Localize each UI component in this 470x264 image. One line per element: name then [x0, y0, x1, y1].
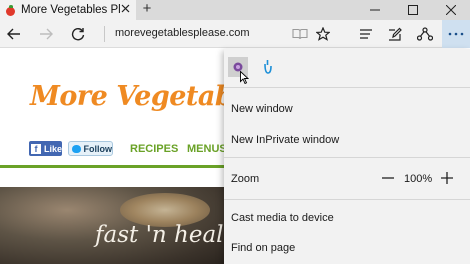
minus-icon — [382, 177, 394, 179]
twitter-bird-icon — [72, 144, 81, 153]
facebook-like-button[interactable]: f Like — [29, 141, 62, 156]
back-button[interactable] — [0, 20, 28, 48]
settings-more-menu: New window New InPrivate window Zoom 100… — [224, 49, 470, 264]
share-icon — [417, 27, 433, 41]
back-arrow-icon — [7, 28, 20, 40]
new-window-menu-item[interactable]: New window — [231, 103, 293, 115]
zoom-in-button[interactable] — [438, 168, 456, 188]
menu-item-menus[interactable]: MENUS — [187, 143, 224, 155]
share-button[interactable] — [411, 20, 439, 48]
forward-arrow-icon — [40, 28, 53, 40]
site-logo[interactable]: More Vegetables P — [30, 81, 224, 112]
panel-separator — [224, 87, 470, 88]
find-on-page-menu-item[interactable]: Find on page — [231, 242, 295, 254]
twitter-follow-button[interactable]: Follow — [68, 141, 113, 156]
ellipsis-icon — [448, 32, 464, 36]
pen-note-icon — [389, 27, 402, 41]
hero-image: fast 'n healthy — [0, 187, 224, 264]
web-page-content: More Vegetables P f Like Follow RECIPES … — [0, 49, 224, 264]
plus-icon — [441, 172, 453, 184]
tab-bar: More Vegetables Please + — [0, 0, 470, 20]
menu-item-recipes[interactable]: RECIPES — [130, 143, 178, 155]
tab-close-icon[interactable] — [121, 2, 130, 16]
web-note-button[interactable] — [381, 20, 409, 48]
refresh-icon — [71, 28, 85, 41]
zoom-out-button[interactable] — [379, 168, 397, 188]
star-icon — [316, 27, 330, 41]
panel-separator — [224, 157, 470, 158]
minimize-button[interactable] — [356, 0, 394, 20]
facebook-like-label: Like — [43, 143, 62, 154]
tomato-favicon-icon — [5, 4, 16, 16]
mouse-cursor-icon — [240, 71, 249, 84]
hero-tagline: fast 'n healthy — [95, 222, 224, 248]
zoom-level: 100% — [404, 173, 433, 185]
close-window-button[interactable] — [432, 0, 470, 20]
menu-divider — [0, 165, 224, 168]
window-controls — [356, 0, 470, 20]
book-icon — [292, 28, 308, 40]
address-bar[interactable]: morevegetablesplease.com — [115, 27, 250, 39]
address-separator — [104, 26, 105, 42]
new-inprivate-window-menu-item[interactable]: New InPrivate window — [231, 134, 339, 146]
more-button[interactable] — [442, 20, 470, 48]
panel-icon-row — [224, 49, 470, 85]
mouse-icon — [264, 60, 272, 74]
twitter-follow-label: Follow — [83, 143, 113, 154]
hub-lines-icon — [360, 29, 372, 39]
hub-button[interactable] — [352, 20, 380, 48]
zoom-label: Zoom — [231, 173, 260, 185]
panel-new-window-icon-button[interactable] — [228, 57, 249, 84]
maximize-button[interactable] — [394, 0, 432, 20]
cast-media-menu-item[interactable]: Cast media to device — [231, 212, 334, 224]
panel-mouse-icon-button[interactable] — [258, 57, 278, 77]
forward-button[interactable] — [32, 20, 60, 48]
browser-tab[interactable]: More Vegetables Please — [0, 0, 136, 20]
new-tab-button[interactable]: + — [139, 0, 155, 20]
navigation-bar: morevegetablesplease.com — [0, 20, 470, 48]
panel-separator — [224, 199, 470, 200]
refresh-button[interactable] — [64, 20, 92, 48]
facebook-icon: f — [31, 143, 41, 154]
favorites-button[interactable] — [309, 20, 337, 48]
tab-title: More Vegetables Please — [21, 4, 121, 16]
